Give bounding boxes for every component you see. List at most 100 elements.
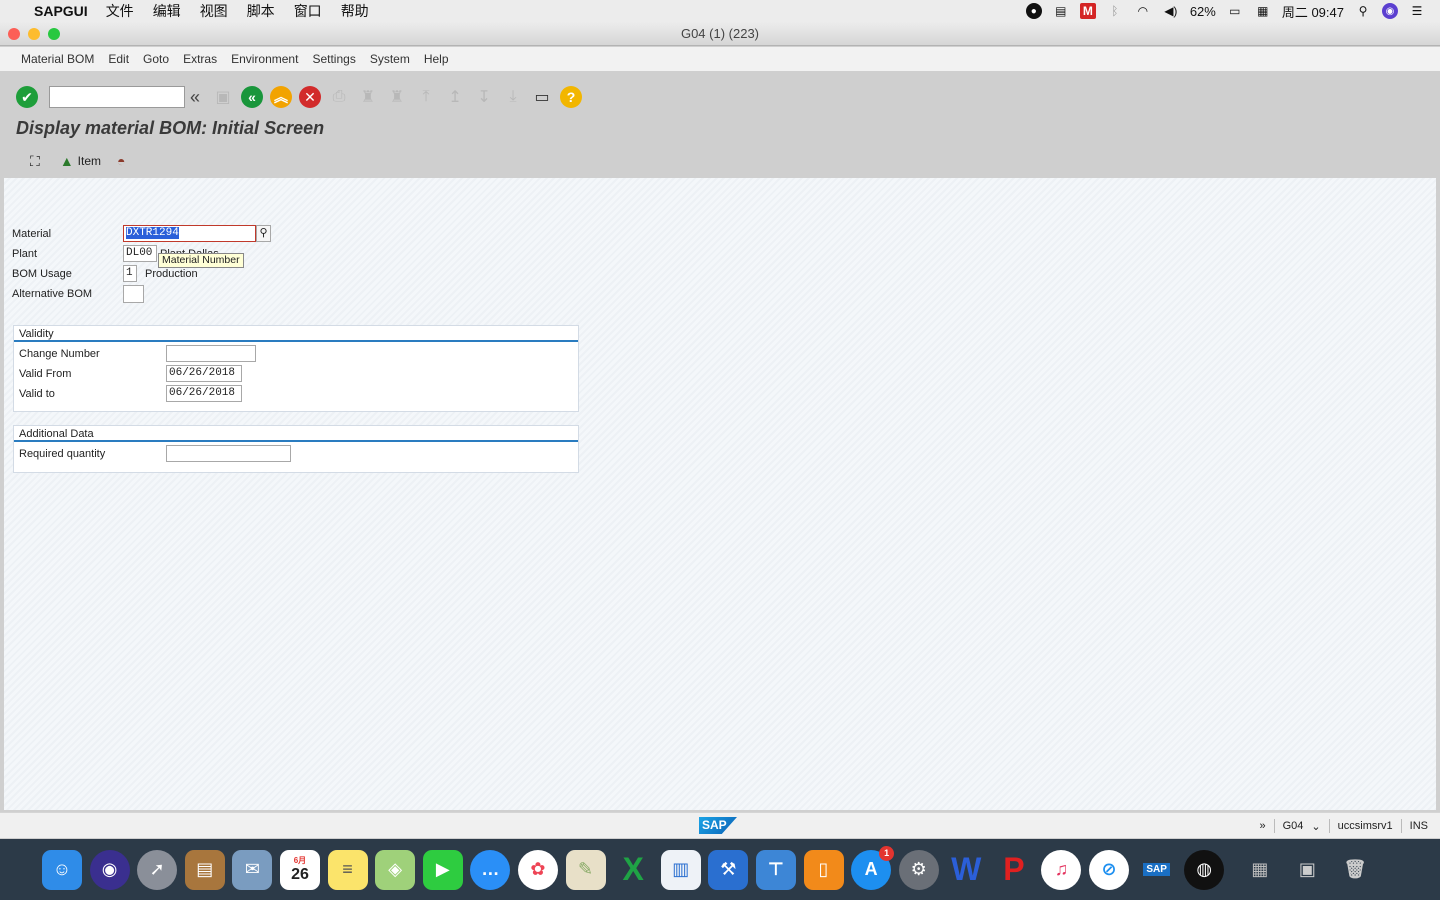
- clipboard-tray-icon[interactable]: ▤: [1052, 3, 1070, 19]
- spotlight-search-icon[interactable]: ⚲: [1354, 3, 1372, 19]
- screenshot-stack-icon[interactable]: ▣: [1287, 850, 1327, 890]
- sap-menu-material-bom[interactable]: Material BOM: [21, 52, 94, 66]
- next-page-icon[interactable]: ↧: [473, 86, 495, 108]
- os-menu-view[interactable]: 视图: [200, 1, 228, 21]
- back-icon[interactable]: «: [241, 86, 264, 108]
- wps-pdf-icon[interactable]: P: [994, 850, 1034, 890]
- facetime-icon[interactable]: ▶: [422, 849, 463, 890]
- sap-menu-goto[interactable]: Goto: [143, 52, 169, 66]
- battery-icon[interactable]: ▭: [1226, 3, 1244, 19]
- print-icon[interactable]: ⎙: [328, 86, 350, 108]
- bom-usage-description: Production: [145, 268, 198, 280]
- window-preview-icon[interactable]: ▦: [1240, 850, 1280, 890]
- material-input[interactable]: DXTR1294: [123, 225, 256, 242]
- flag-us-icon[interactable]: ▦: [1254, 3, 1272, 19]
- os-menu-edit[interactable]: 编辑: [153, 1, 181, 21]
- obs-icon[interactable]: ◍: [1184, 849, 1225, 890]
- command-field[interactable]: [49, 86, 185, 108]
- last-page-icon[interactable]: ⤓: [502, 86, 524, 108]
- word-icon[interactable]: W: [946, 850, 986, 890]
- enter-checkmark-icon[interactable]: ✔: [16, 86, 38, 108]
- save-icon[interactable]: ▣: [212, 86, 234, 108]
- finder-icon[interactable]: ☺: [42, 849, 82, 890]
- status-insert-mode[interactable]: INS: [1410, 820, 1428, 832]
- notes-icon[interactable]: ≡: [327, 849, 368, 890]
- sap-menu-environment[interactable]: Environment: [231, 52, 298, 66]
- status-separator: [1328, 819, 1330, 833]
- sap-menu-help[interactable]: Help: [424, 52, 449, 66]
- help-icon[interactable]: ?: [560, 86, 583, 108]
- menubar-clock[interactable]: 周二 09:47: [1282, 2, 1344, 21]
- numbers-icon[interactable]: ▥: [660, 849, 701, 890]
- script-editor-icon[interactable]: ✎: [565, 849, 606, 890]
- cancel-icon[interactable]: ✕: [299, 86, 322, 108]
- required-quantity-input[interactable]: [166, 445, 291, 462]
- notification-center-icon[interactable]: ☰: [1408, 3, 1426, 19]
- collapse-chevron-icon[interactable]: «: [190, 87, 200, 108]
- status-separator: [1400, 819, 1402, 833]
- sap-menu-system[interactable]: System: [370, 52, 410, 66]
- first-page-icon[interactable]: ⤒: [415, 86, 437, 108]
- hierarchy-button[interactable]: ⛶: [30, 153, 44, 170]
- create-session-icon[interactable]: ▭: [531, 86, 553, 108]
- change-number-input[interactable]: [166, 345, 256, 362]
- hat-button[interactable]: ◓: [117, 153, 129, 169]
- alternative-bom-input[interactable]: [123, 285, 144, 303]
- item-button[interactable]: ▲ Item: [60, 153, 101, 169]
- xcode-icon[interactable]: ⚒: [708, 849, 749, 890]
- find-next-icon[interactable]: ♜: [386, 86, 408, 108]
- close-window-button[interactable]: [8, 28, 20, 40]
- material-value: DXTR1294: [126, 227, 179, 239]
- chevron-down-icon[interactable]: ⌄: [1311, 820, 1320, 833]
- plant-input[interactable]: DL00: [123, 245, 157, 262]
- safari-icon[interactable]: ⊘: [1089, 849, 1130, 890]
- excel-icon[interactable]: X: [613, 850, 653, 890]
- change-number-label: Change Number: [19, 348, 100, 360]
- messages-icon[interactable]: …: [470, 849, 511, 890]
- status-server: uccsimsrv1: [1337, 820, 1393, 832]
- material-tooltip: Material Number: [158, 253, 244, 268]
- material-search-help-icon[interactable]: ⚲: [256, 225, 271, 242]
- os-menu-file[interactable]: 文件: [106, 1, 134, 21]
- os-menu-window[interactable]: 窗口: [294, 1, 322, 21]
- page-title: Display material BOM: Initial Screen: [16, 118, 325, 138]
- calendar-icon[interactable]: 6月 26: [279, 849, 320, 890]
- status-separator: [1273, 819, 1275, 833]
- wifi-icon[interactable]: ◠: [1134, 3, 1152, 19]
- exit-icon[interactable]: ︽: [270, 86, 293, 108]
- status-expand-icon[interactable]: »: [1260, 820, 1266, 832]
- bluetooth-icon[interactable]: ᛒ: [1106, 3, 1124, 19]
- status-system: G04: [1282, 820, 1304, 832]
- trash-icon[interactable]: 🗑: [1335, 850, 1375, 890]
- siri-app-icon[interactable]: ◉: [89, 849, 130, 890]
- app-menu-name[interactable]: SAPGUI: [34, 3, 88, 19]
- system-preferences-icon[interactable]: ⚙: [898, 849, 939, 890]
- bom-usage-input[interactable]: 1: [123, 265, 137, 282]
- valid-to-input[interactable]: 06/26/2018: [166, 385, 242, 402]
- books-icon[interactable]: ▯: [803, 849, 844, 890]
- os-menu-help[interactable]: 帮助: [341, 1, 369, 21]
- sap-menu-extras[interactable]: Extras: [183, 52, 217, 66]
- mail-icon[interactable]: ✉: [232, 849, 273, 890]
- contacts-icon[interactable]: ▤: [184, 849, 225, 890]
- photos-icon[interactable]: ✿: [517, 849, 558, 890]
- launchpad-icon[interactable]: ➚: [137, 849, 178, 890]
- minimize-window-button[interactable]: [28, 28, 40, 40]
- app-store-icon[interactable]: A1: [851, 845, 895, 890]
- m-app-tray-icon[interactable]: M: [1079, 3, 1096, 19]
- zoom-window-button[interactable]: [48, 28, 60, 40]
- sapgui-icon[interactable]: SAP: [1137, 850, 1177, 890]
- plant-label: Plant: [12, 248, 38, 260]
- sap-menu-edit[interactable]: Edit: [108, 52, 129, 66]
- maps-icon[interactable]: ◈: [375, 849, 416, 890]
- valid-from-input[interactable]: 06/26/2018: [166, 365, 242, 382]
- os-menu-script[interactable]: 脚本: [247, 1, 275, 21]
- keynote-icon[interactable]: ⊤: [755, 849, 796, 890]
- music-icon[interactable]: ♫: [1041, 849, 1082, 890]
- obs-tray-icon[interactable]: ●: [1025, 3, 1042, 19]
- volume-icon[interactable]: ◀): [1162, 3, 1180, 19]
- previous-page-icon[interactable]: ↥: [444, 86, 466, 108]
- find-icon[interactable]: ♜: [357, 86, 379, 108]
- siri-icon[interactable]: ◉: [1382, 3, 1398, 19]
- sap-menu-settings[interactable]: Settings: [312, 52, 355, 66]
